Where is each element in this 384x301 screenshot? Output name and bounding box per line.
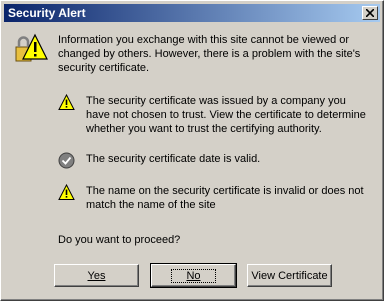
lock-warning-icon: [13, 33, 49, 69]
warning-text: The security certificate was issued by a…: [86, 95, 366, 135]
warning-text: The name on the security certificate is …: [86, 185, 364, 211]
warning-icon: [58, 93, 75, 111]
valid-date-text: The security certificate date is valid.: [86, 153, 261, 165]
intro-text: Information you exchange with this site …: [58, 34, 361, 74]
yes-button[interactable]: Yes: [54, 264, 139, 287]
close-button[interactable]: [362, 6, 378, 20]
security-alert-dialog: Security Alert Information you exchange …: [0, 0, 384, 301]
no-button[interactable]: No: [150, 263, 237, 288]
view-certificate-button-label: View Certificate: [251, 269, 328, 282]
yes-button-label: Yes: [87, 269, 106, 282]
no-button-label: No: [171, 268, 216, 283]
view-certificate-button[interactable]: View Certificate: [247, 264, 332, 287]
window-title: Security Alert: [8, 6, 86, 20]
proceed-question: Do you want to proceed?: [58, 234, 181, 246]
title-bar[interactable]: Security Alert: [4, 4, 380, 22]
warning-icon: [58, 183, 75, 201]
check-icon: [58, 152, 75, 169]
close-icon: [366, 9, 374, 17]
